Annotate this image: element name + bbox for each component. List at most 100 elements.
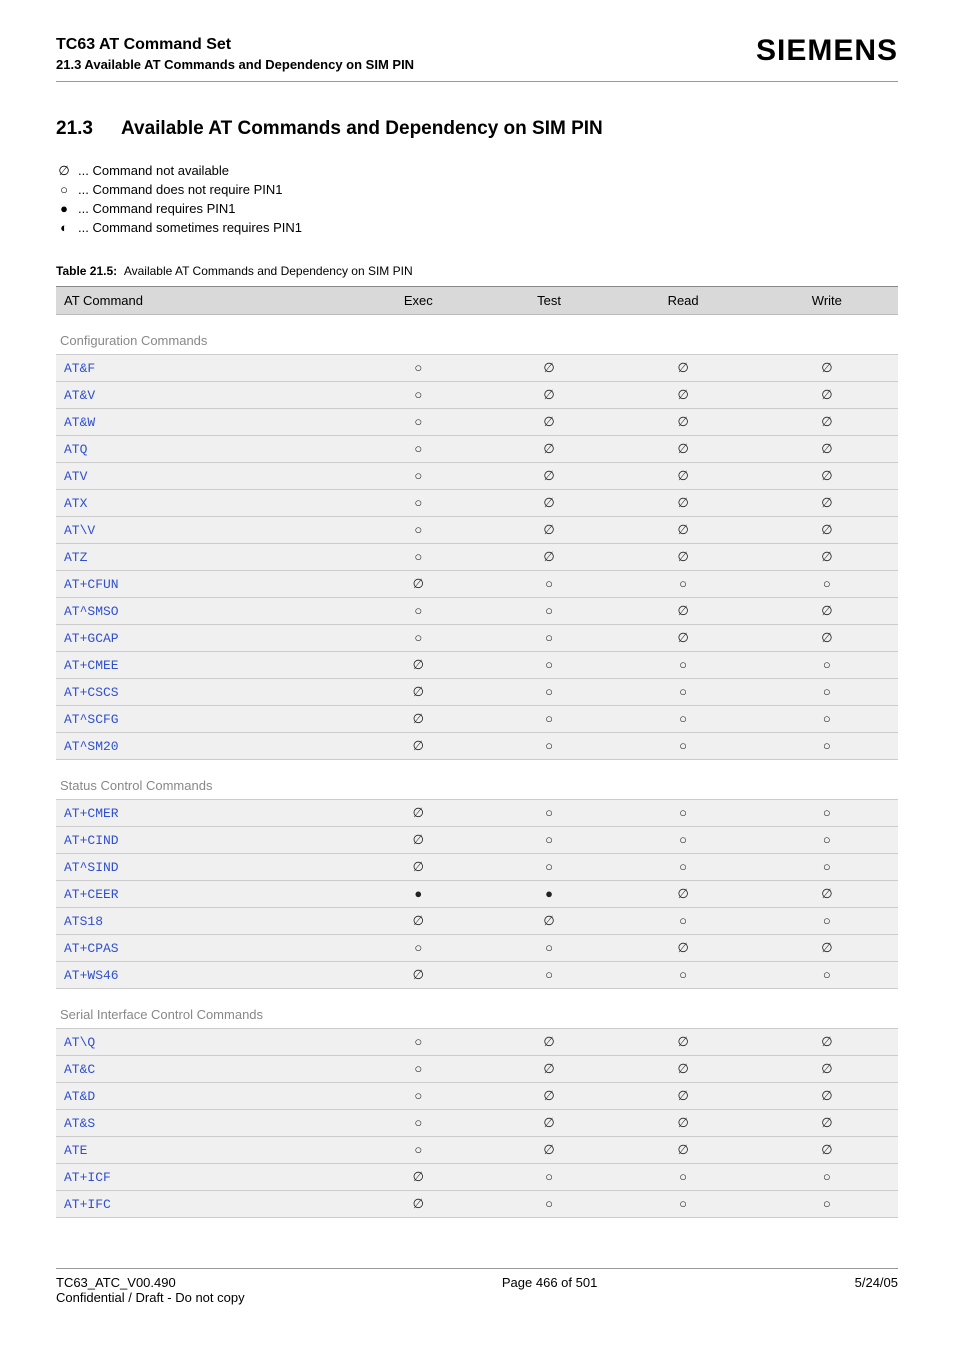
command-link[interactable]: ATE: [64, 1143, 87, 1158]
cell-read: ∅: [611, 1082, 756, 1109]
cell-command: ATQ: [56, 435, 349, 462]
table-row: AT&S○∅∅∅: [56, 1109, 898, 1136]
table-row: AT+CSCS∅○○○: [56, 678, 898, 705]
command-link[interactable]: AT&V: [64, 388, 95, 403]
cell-exec: ○: [349, 624, 488, 651]
doc-title: TC63 AT Command Set: [56, 34, 414, 56]
command-link[interactable]: AT+CSCS: [64, 685, 119, 700]
cell-exec: ●: [349, 880, 488, 907]
command-link[interactable]: AT&C: [64, 1062, 95, 1077]
cell-test: ∅: [488, 516, 611, 543]
command-link[interactable]: AT+CMER: [64, 806, 119, 821]
command-link[interactable]: AT+GCAP: [64, 631, 119, 646]
cell-exec: ○: [349, 543, 488, 570]
command-link[interactable]: AT^SMSO: [64, 604, 119, 619]
cell-exec: ∅: [349, 651, 488, 678]
table-row: AT+GCAP○○∅∅: [56, 624, 898, 651]
cell-write: ∅: [756, 1055, 898, 1082]
command-link[interactable]: AT^SIND: [64, 860, 119, 875]
command-link[interactable]: AT^SM20: [64, 739, 119, 754]
command-link[interactable]: AT+ICF: [64, 1170, 111, 1185]
footer-date: 5/24/05: [855, 1275, 898, 1305]
cell-test: ∅: [488, 1028, 611, 1055]
cell-exec: ∅: [349, 1163, 488, 1190]
command-link[interactable]: AT&S: [64, 1116, 95, 1131]
cell-exec: ○: [349, 1055, 488, 1082]
cell-read: ○: [611, 907, 756, 934]
cell-command: ATS18: [56, 907, 349, 934]
legend-symbol: ●: [56, 200, 72, 219]
cell-write: ∅: [756, 880, 898, 907]
command-link[interactable]: AT+IFC: [64, 1197, 111, 1212]
cell-read: ∅: [611, 435, 756, 462]
table-row: AT+CFUN∅○○○: [56, 570, 898, 597]
command-link[interactable]: AT+CFUN: [64, 577, 119, 592]
footer-left: TC63_ATC_V00.490 Confidential / Draft - …: [56, 1275, 245, 1305]
command-link[interactable]: ATV: [64, 469, 87, 484]
command-link[interactable]: ATQ: [64, 442, 87, 457]
cell-test: ∅: [488, 462, 611, 489]
cell-read: ∅: [611, 516, 756, 543]
command-link[interactable]: AT+CPAS: [64, 941, 119, 956]
legend-row: ∅ ... Command not available: [56, 162, 898, 181]
table-row: AT+CPAS○○∅∅: [56, 934, 898, 961]
cell-exec: ∅: [349, 1190, 488, 1217]
cell-command: AT\V: [56, 516, 349, 543]
cell-read: ○: [611, 651, 756, 678]
at-commands-table: AT Command Exec Test Read Write Configur…: [56, 286, 898, 1218]
cell-test: ○: [488, 705, 611, 732]
table-row: AT+IFC∅○○○: [56, 1190, 898, 1217]
cell-command: AT^SM20: [56, 732, 349, 759]
cell-write: ○: [756, 826, 898, 853]
cell-exec: ∅: [349, 961, 488, 988]
command-link[interactable]: AT+CIND: [64, 833, 119, 848]
legend-symbol: ∅: [56, 162, 72, 181]
table-section-row: Status Control Commands: [56, 759, 898, 799]
table-row: AT+CMEE∅○○○: [56, 651, 898, 678]
table-row: AT+CIND∅○○○: [56, 826, 898, 853]
cell-read: ∅: [611, 462, 756, 489]
cell-read: ○: [611, 732, 756, 759]
command-link[interactable]: ATS18: [64, 914, 103, 929]
cell-test: ○: [488, 1163, 611, 1190]
table-section-row: Serial Interface Control Commands: [56, 988, 898, 1028]
table-row: AT^SCFG∅○○○: [56, 705, 898, 732]
cell-test: ○: [488, 826, 611, 853]
command-link[interactable]: AT+WS46: [64, 968, 119, 983]
command-link[interactable]: ATX: [64, 496, 87, 511]
cell-command: AT\Q: [56, 1028, 349, 1055]
table-body: Configuration CommandsAT&F○∅∅∅AT&V○∅∅∅AT…: [56, 314, 898, 1217]
table-row: ATE○∅∅∅: [56, 1136, 898, 1163]
cell-exec: ∅: [349, 826, 488, 853]
command-link[interactable]: AT&F: [64, 361, 95, 376]
command-link[interactable]: AT+CMEE: [64, 658, 119, 673]
cell-read: ∅: [611, 489, 756, 516]
command-link[interactable]: AT\V: [64, 523, 95, 538]
command-link[interactable]: AT+CEER: [64, 887, 119, 902]
cell-read: ∅: [611, 354, 756, 381]
cell-command: AT&F: [56, 354, 349, 381]
cell-test: ∅: [488, 489, 611, 516]
cell-test: ○: [488, 853, 611, 880]
command-link[interactable]: AT^SCFG: [64, 712, 119, 727]
cell-read: ∅: [611, 597, 756, 624]
command-link[interactable]: AT&W: [64, 415, 95, 430]
cell-write: ∅: [756, 1082, 898, 1109]
legend-row: ◐ ... Command sometimes requires PIN1: [56, 219, 898, 238]
command-link[interactable]: ATZ: [64, 550, 87, 565]
cell-test: ○: [488, 678, 611, 705]
cell-command: AT+CEER: [56, 880, 349, 907]
cell-write: ○: [756, 799, 898, 826]
cell-command: AT+CIND: [56, 826, 349, 853]
page-footer: TC63_ATC_V00.490 Confidential / Draft - …: [56, 1268, 898, 1305]
command-link[interactable]: AT&D: [64, 1089, 95, 1104]
cell-exec: ○: [349, 1028, 488, 1055]
cell-exec: ∅: [349, 705, 488, 732]
cell-exec: ○: [349, 462, 488, 489]
cell-command: AT&S: [56, 1109, 349, 1136]
cell-write: ○: [756, 705, 898, 732]
doc-subtitle: 21.3 Available AT Commands and Dependenc…: [56, 56, 414, 74]
legend-row: ○ ... Command does not require PIN1: [56, 181, 898, 200]
legend-text: ... Command requires PIN1: [78, 200, 236, 219]
command-link[interactable]: AT\Q: [64, 1035, 95, 1050]
